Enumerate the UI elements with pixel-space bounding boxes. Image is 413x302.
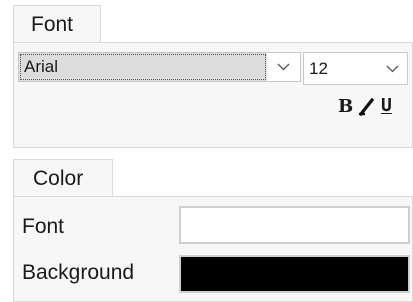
- font-family-value: Arial: [19, 53, 267, 81]
- font-color-label: Font: [22, 215, 65, 238]
- font-color-swatch[interactable]: [179, 206, 410, 244]
- italic-slash-icon: [358, 97, 375, 117]
- font-size-text: 12: [309, 58, 328, 78]
- background-color-swatch[interactable]: [179, 255, 410, 293]
- chevron-down-icon[interactable]: [377, 53, 407, 84]
- bold-button[interactable]: B: [338, 97, 353, 117]
- tab-color-label: Color: [33, 166, 84, 190]
- chevron-down-icon[interactable]: [267, 53, 300, 81]
- background-color-label: Background: [22, 261, 135, 284]
- tab-color[interactable]: Color: [13, 159, 113, 197]
- tab-font-label: Font: [31, 12, 74, 36]
- font-size-value: 12: [304, 53, 377, 84]
- font-family-text: Arial: [24, 57, 59, 76]
- underline-button[interactable]: U: [381, 96, 392, 116]
- font-family-dropdown[interactable]: Arial: [18, 52, 301, 82]
- tab-font[interactable]: Font: [13, 5, 101, 43]
- italic-button[interactable]: [357, 97, 375, 117]
- font-size-dropdown[interactable]: 12: [303, 52, 408, 85]
